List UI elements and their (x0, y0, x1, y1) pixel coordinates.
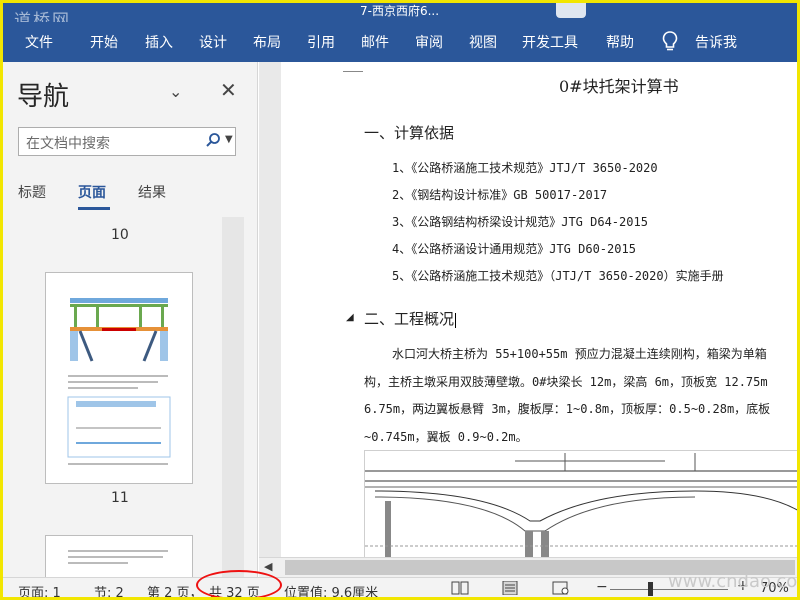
zoom-slider-knob[interactable] (648, 582, 653, 596)
nav-title: 导航 (17, 82, 70, 112)
bridge-drawing-image (365, 453, 800, 557)
paragraph-line: 6.75m，两边翼板悬臂 3m，腹板厚：1~0.8m，顶板厚：0.5~0.28m… (364, 402, 771, 416)
tab-developer[interactable]: 开发工具 (522, 32, 578, 52)
page-margin-shade (259, 62, 281, 557)
tab-help[interactable]: 帮助 (606, 32, 634, 52)
search-options-dropdown-icon[interactable]: ▼ (225, 134, 233, 145)
web-layout-icon[interactable] (552, 581, 570, 595)
paragraph-line: 构，主桥主墩采用双肢薄壁墩。0#块梁长 12m，梁高 6m，顶板宽 12.75m (364, 375, 768, 389)
tab-file[interactable]: 文件 (25, 32, 53, 52)
search-icon[interactable] (205, 132, 221, 148)
lightbulb-icon[interactable] (661, 30, 679, 52)
nav-tab-headings[interactable]: 标题 (18, 182, 46, 202)
tab-insert[interactable]: 插入 (145, 32, 173, 52)
nav-tab-results[interactable]: 结果 (138, 182, 166, 202)
page-thumbnail-drawing (68, 550, 168, 564)
document-title: 0#块托架计算书 (559, 77, 679, 96)
read-mode-icon[interactable] (451, 581, 469, 595)
close-icon[interactable]: ✕ (220, 78, 237, 102)
paragraph-line: 水口河大桥主桥为 55+100+55m 预应力混凝土连续刚构，箱梁为单箱 (392, 347, 767, 361)
reference-item: 5、《公路桥涵施工技术规范》（JTJ/T 3650-2020）实施手册 (392, 269, 724, 283)
chevron-down-icon[interactable]: ⌄ (169, 82, 182, 101)
page-thumbnail-drawing (67, 298, 171, 465)
page-number-label: 10 (111, 227, 129, 243)
document-area[interactable]: 0#块托架计算书 一、计算依据 1、《公路桥涵施工技术规范》JTJ/T 3650… (259, 62, 800, 557)
watermark-url: www.cndao.com (668, 571, 800, 592)
search-placeholder: 在文档中搜索 (26, 136, 110, 152)
print-layout-icon[interactable] (501, 581, 519, 595)
status-section[interactable]: 节: 2 (94, 582, 124, 600)
tab-home[interactable]: 开始 (90, 32, 118, 52)
tab-references[interactable]: 引用 (307, 32, 335, 52)
bridge-elevation-drawing (364, 450, 800, 557)
tab-layout[interactable]: 布局 (253, 32, 281, 52)
zoom-out-button[interactable]: − (596, 579, 608, 595)
reference-item: 4、《公路桥涵设计通用规范》JTG D60-2015 (392, 242, 636, 256)
tab-review[interactable]: 审阅 (415, 32, 443, 52)
ribbon-tabs: 文件 开始 插入 设计 布局 引用 邮件 审阅 视图 开发工具 帮助 告诉我 (0, 22, 800, 62)
text-cursor (455, 312, 457, 328)
page-corner-mark (343, 62, 363, 72)
status-position[interactable]: 位置值: 9.6厘米 (284, 582, 378, 600)
page-number-label: 11 (111, 490, 129, 506)
page-thumbnails: 10 11 (3, 217, 238, 585)
page-thumbnail[interactable] (45, 272, 193, 484)
section-heading: 一、计算依据 (364, 124, 455, 142)
active-tab-indicator (78, 207, 110, 210)
status-page[interactable]: 页面: 1 (18, 582, 61, 600)
reference-item: 2、《钢结构设计标准》GB 50017-2017 (392, 188, 608, 202)
avatar[interactable] (556, 0, 586, 18)
collapse-heading-icon[interactable]: ◢ (346, 312, 354, 323)
tell-me-box[interactable]: 告诉我 (695, 32, 737, 52)
window-title: 7-西京西府6... (360, 4, 440, 18)
tab-view[interactable]: 视图 (469, 32, 497, 52)
title-bar: 道桥网 7-西京西府6... (0, 0, 800, 31)
reference-item: 1、《公路桥涵施工技术规范》JTJ/T 3650-2020 (392, 161, 658, 175)
section-heading: 二、工程概况 (364, 310, 457, 328)
nav-search-input[interactable]: 在文档中搜索 ▼ (18, 127, 236, 156)
status-page-of[interactable]: 第 2 页， (147, 582, 203, 600)
scroll-left-icon[interactable]: ◀ (264, 560, 272, 573)
nav-tab-pages[interactable]: 页面 (78, 182, 106, 202)
reference-item: 3、《公路钢结构桥梁设计规范》JTG D64-2015 (392, 215, 648, 229)
tab-design[interactable]: 设计 (199, 32, 227, 52)
navigation-pane: 导航 ⌄ ✕ 在文档中搜索 ▼ 标题 页面 结果 10 11 (3, 62, 258, 585)
tab-mailings[interactable]: 邮件 (361, 32, 389, 52)
paragraph-line: ~0.745m，翼板 0.9~0.2m。 (364, 430, 528, 444)
highlight-circle (196, 570, 282, 600)
